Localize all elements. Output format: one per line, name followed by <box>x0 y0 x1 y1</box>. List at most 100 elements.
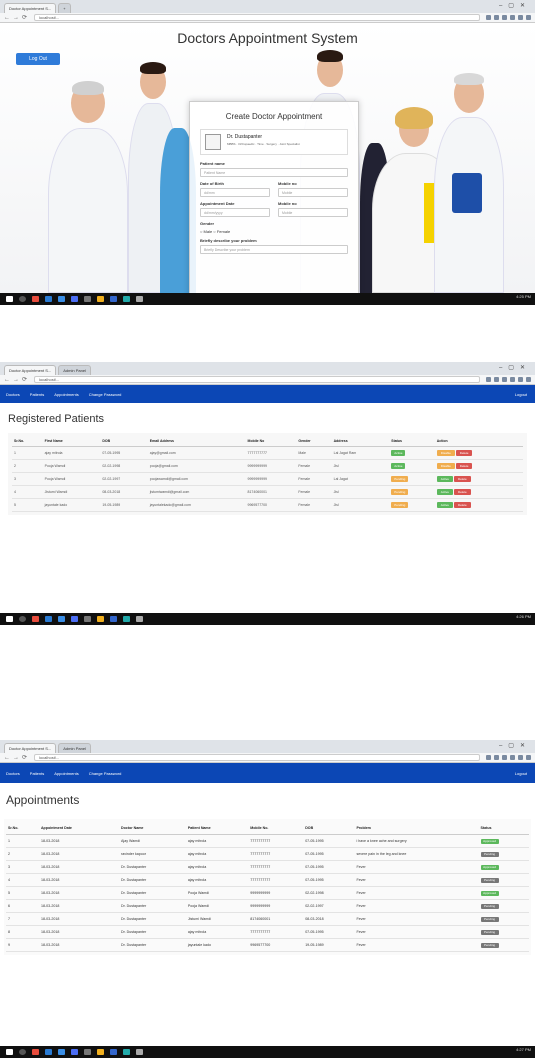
active-button[interactable]: Active <box>436 489 453 495</box>
dob-input[interactable]: dd/mm <box>200 188 270 197</box>
nav-doctors[interactable]: Doctors <box>6 771 20 776</box>
app-icon-3[interactable] <box>136 616 143 622</box>
status-badge[interactable]: Pending <box>480 903 499 909</box>
delete-button[interactable]: Delete <box>455 450 473 456</box>
status-badge[interactable]: Pending <box>480 916 499 922</box>
taskbar-clock[interactable]: 4:25 PM <box>516 295 531 299</box>
window-controls[interactable]: –▢✕ <box>499 2 531 9</box>
delete-button[interactable]: Delete <box>453 502 471 508</box>
nav-logout[interactable]: Logout <box>515 771 527 776</box>
delete-button[interactable]: Delete <box>455 463 473 469</box>
browser-nav-icons[interactable]: ←→⟳ <box>4 14 30 21</box>
browser-tab[interactable]: Doctor Appointment S... <box>4 365 57 375</box>
status-badge[interactable]: Approved <box>480 838 499 844</box>
status-badge[interactable]: Pending <box>480 851 499 857</box>
mail-icon[interactable] <box>71 616 78 622</box>
windows-start-icon[interactable] <box>6 616 13 622</box>
chrome-icon[interactable] <box>32 296 39 302</box>
folder-icon[interactable] <box>97 296 104 302</box>
search-icon[interactable] <box>19 296 26 302</box>
chrome-icon[interactable] <box>32 1049 39 1055</box>
edge-icon[interactable] <box>45 616 52 622</box>
cell-problem: Fever <box>354 938 479 952</box>
status-badge[interactable]: Pending <box>480 942 499 948</box>
app-icon[interactable] <box>110 296 117 302</box>
patient-name-input[interactable]: Patient Name <box>200 168 348 177</box>
extension-icons[interactable] <box>486 755 531 760</box>
status-badge[interactable]: Pending <box>480 929 499 935</box>
new-tab-button[interactable]: + <box>58 3 71 13</box>
store-icon[interactable] <box>58 616 65 622</box>
app-icon[interactable] <box>110 616 117 622</box>
status-badge[interactable]: Approved <box>480 890 499 896</box>
mobile-label: Mobile no <box>278 181 297 186</box>
window-controls[interactable]: –▢✕ <box>499 364 531 371</box>
app-icon-2[interactable] <box>123 1049 130 1055</box>
folder-icon[interactable] <box>97 616 104 622</box>
app-icon[interactable] <box>110 1049 117 1055</box>
problem-input[interactable]: Briefly Describe your problem <box>200 245 348 254</box>
app-icon-2[interactable] <box>123 296 130 302</box>
extension-icons[interactable] <box>486 377 531 382</box>
mobile-input-2[interactable]: Mobile <box>278 208 348 217</box>
browser-tab[interactable]: Admin Panel <box>58 365 91 375</box>
calendar-icon[interactable] <box>84 296 91 302</box>
browser-tab[interactable]: Admin Panel <box>58 743 91 753</box>
nav-patients[interactable]: Patients <box>30 771 44 776</box>
logout-button[interactable]: Log Out <box>16 53 60 65</box>
active-button[interactable]: Active <box>436 476 453 482</box>
appointment-date-input[interactable]: dd/mm/yyyy <box>200 208 270 217</box>
edge-icon[interactable] <box>45 1049 52 1055</box>
windows-start-icon[interactable] <box>6 1049 13 1055</box>
address-bar[interactable]: localhost/... <box>34 754 480 761</box>
delete-button[interactable]: Delete <box>453 489 471 495</box>
taskbar-clock[interactable]: 4:27 PM <box>516 1048 531 1052</box>
extension-icons[interactable] <box>486 15 531 20</box>
status-badge[interactable]: Pending <box>480 877 499 883</box>
nav-appointments[interactable]: Appointments <box>54 392 78 397</box>
nav-doctors[interactable]: Doctors <box>6 392 20 397</box>
cell-no: 2 <box>12 459 43 473</box>
search-icon[interactable] <box>19 1049 26 1055</box>
search-icon[interactable] <box>19 616 26 622</box>
nav-change-password[interactable]: Change Password <box>89 771 122 776</box>
mail-icon[interactable] <box>71 1049 78 1055</box>
windows-start-icon[interactable] <box>6 296 13 302</box>
browser-tab[interactable]: Doctor Appointment S... <box>4 743 57 753</box>
mail-icon[interactable] <box>71 296 78 302</box>
status-badge[interactable]: Approved <box>480 864 499 870</box>
page-title: Doctors Appointment System <box>177 30 358 46</box>
nav-patients[interactable]: Patients <box>30 392 44 397</box>
store-icon[interactable] <box>58 296 65 302</box>
window-controls[interactable]: –▢✕ <box>499 742 531 749</box>
disable-button[interactable]: Disable <box>436 463 455 469</box>
folder-icon[interactable] <box>97 1049 104 1055</box>
delete-button[interactable]: Delete <box>453 476 471 482</box>
nav-appointments[interactable]: Appointments <box>54 771 78 776</box>
taskbar-clock[interactable]: 4:26 PM <box>516 615 531 619</box>
app-icon-3[interactable] <box>136 296 143 302</box>
calendar-icon[interactable] <box>84 1049 91 1055</box>
calendar-icon[interactable] <box>84 616 91 622</box>
browser-nav-icons[interactable]: ←→⟳ <box>4 376 30 383</box>
patients-table-wrapper: Sr.No. First Name DOB Email Address Mobile N… <box>8 433 527 515</box>
nav-change-password[interactable]: Change Password <box>89 392 122 397</box>
disable-button[interactable]: Disable <box>436 450 455 456</box>
address-bar[interactable]: localhost/... <box>34 376 480 383</box>
gender-radio-group[interactable]: ○ Male ○ Female <box>200 229 348 234</box>
app-icon-3[interactable] <box>136 1049 143 1055</box>
table-row: 4 18-03-2018 Dr. Dustapanter ajay mitrola 77… <box>6 873 529 887</box>
browser-nav-icons[interactable]: ←→⟳ <box>4 754 30 761</box>
doctor-name: Dr. Dustapanter <box>227 134 263 140</box>
browser-tab[interactable]: Doctor Appointment S... <box>4 3 57 13</box>
cell-mobile: 8174060001 <box>245 485 297 499</box>
mobile-input[interactable]: Mobile <box>278 188 348 197</box>
edge-icon[interactable] <box>45 296 52 302</box>
chrome-icon[interactable] <box>32 616 39 622</box>
address-bar[interactable]: localhost/... <box>34 14 480 21</box>
store-icon[interactable] <box>58 1049 65 1055</box>
app-icon-2[interactable] <box>123 616 130 622</box>
active-button[interactable]: Active <box>436 502 453 508</box>
cell-action: Active Delete <box>434 472 523 486</box>
nav-logout[interactable]: Logout <box>515 392 527 397</box>
